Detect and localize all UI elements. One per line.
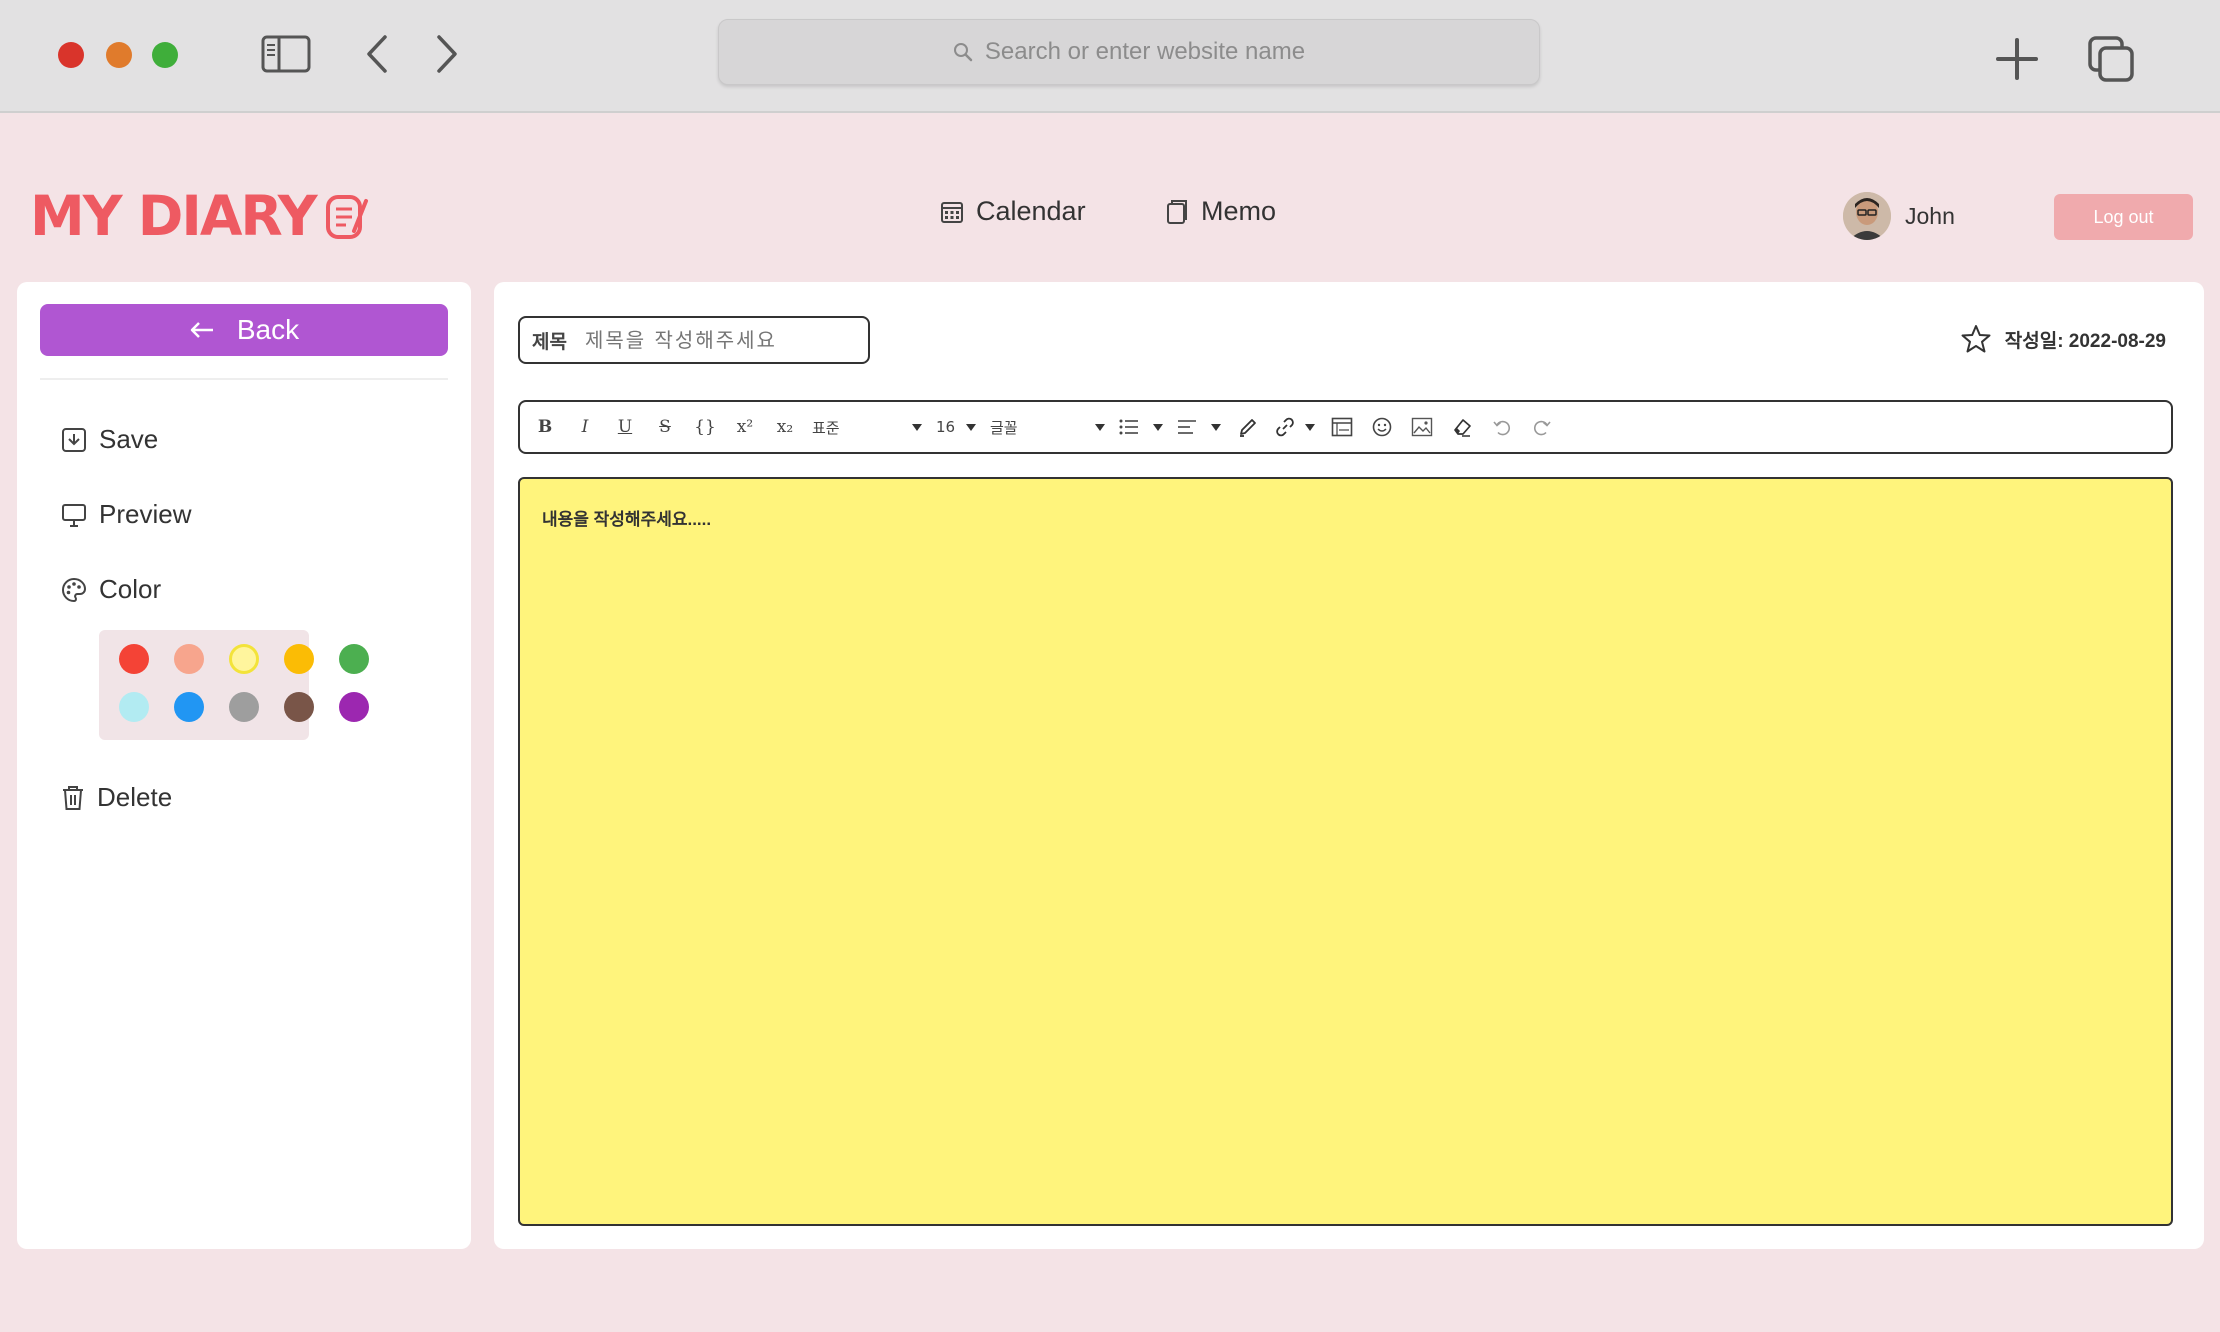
trash-icon	[61, 785, 85, 811]
date-label: 작성일: 2022-08-29	[2004, 330, 2166, 352]
user-profile[interactable]: John	[1843, 192, 1955, 240]
palette-icon	[61, 577, 87, 603]
save-icon	[61, 427, 87, 453]
forward-arrow-icon[interactable]	[432, 32, 462, 76]
back-button-label: Back	[236, 314, 300, 345]
nav-memo[interactable]: Memo	[1165, 196, 1276, 227]
link-select[interactable]	[1275, 412, 1315, 442]
eraser-icon[interactable]	[1449, 412, 1475, 442]
redo-icon[interactable]	[1529, 412, 1555, 442]
code-button[interactable]: {}	[692, 412, 718, 442]
color-label: Color	[99, 574, 162, 604]
delete-label: Delete	[97, 782, 173, 812]
superscript-button[interactable]: x²	[732, 412, 758, 442]
preview-icon	[61, 502, 87, 528]
emoji-icon[interactable]	[1369, 412, 1395, 442]
color-swatch-brown[interactable]	[284, 692, 314, 722]
app-logo[interactable]: MY DIARY	[30, 184, 370, 248]
new-tab-icon[interactable]	[1994, 36, 2040, 82]
close-window-button[interactable]	[58, 42, 84, 68]
color-swatch-red[interactable]	[119, 644, 149, 674]
date-display: 작성일: 2022-08-29	[1961, 324, 2166, 354]
color-swatch-light-cyan[interactable]	[119, 692, 149, 722]
chevron-down-icon	[1211, 423, 1221, 431]
font-family-select[interactable]: 글꼴	[990, 412, 1105, 442]
table-icon[interactable]	[1329, 412, 1355, 442]
color-swatch-yellow-selected[interactable]	[229, 644, 259, 674]
bold-button[interactable]: B	[532, 412, 558, 442]
color-button[interactable]: Color	[61, 574, 161, 605]
align-left-icon	[1177, 419, 1197, 435]
italic-button[interactable]: I	[572, 412, 598, 442]
image-icon[interactable]	[1409, 412, 1435, 442]
sidebar: Back Save Preview Color Delete	[17, 282, 471, 1249]
chevron-down-icon	[1095, 423, 1105, 431]
logout-button[interactable]: Log out	[2054, 194, 2193, 240]
sidebar-divider	[40, 378, 448, 380]
strikethrough-button[interactable]: S	[652, 412, 678, 442]
list-select[interactable]	[1119, 412, 1163, 442]
chevron-down-icon	[912, 423, 922, 431]
back-arrow-icon[interactable]	[362, 32, 392, 76]
underline-button[interactable]: U	[612, 412, 638, 442]
color-swatch-gray[interactable]	[229, 692, 259, 722]
address-bar-placeholder: Search or enter website name	[984, 38, 1306, 65]
chevron-down-icon	[966, 423, 976, 431]
chevron-down-icon	[1305, 423, 1315, 431]
back-button[interactable]: Back	[40, 304, 448, 356]
nav-calendar[interactable]: Calendar	[940, 196, 1086, 227]
color-swatch-blue[interactable]	[174, 692, 204, 722]
font-size-value: 16	[936, 418, 956, 436]
save-label: Save	[99, 424, 159, 454]
browser-toolbar: Search or enter website name	[0, 0, 2220, 113]
delete-button[interactable]: Delete	[61, 782, 172, 813]
content-placeholder: 내용을 작성해주세요.....	[542, 510, 712, 529]
app-logo-text: MY DIARY	[30, 184, 318, 248]
align-select[interactable]	[1177, 412, 1221, 442]
memo-icon	[1165, 199, 1189, 225]
star-icon[interactable]	[1961, 324, 1991, 354]
nav-memo-label: Memo	[1201, 196, 1277, 226]
title-input[interactable]	[584, 328, 855, 352]
diary-icon	[324, 191, 370, 241]
paragraph-style-select[interactable]: 표준	[812, 412, 922, 442]
maximize-window-button[interactable]	[152, 42, 178, 68]
highlight-pen-icon[interactable]	[1235, 412, 1261, 442]
color-swatch-amber[interactable]	[284, 644, 314, 674]
calendar-icon	[940, 200, 964, 224]
paragraph-style-value: 표준	[812, 418, 840, 437]
color-swatch-green[interactable]	[339, 644, 369, 674]
address-bar[interactable]: Search or enter website name	[718, 19, 1540, 85]
bulleted-list-icon	[1119, 419, 1139, 435]
sidebar-toggle-icon[interactable]	[260, 34, 312, 74]
color-palette	[99, 630, 369, 740]
font-size-select[interactable]: 16	[936, 412, 976, 442]
editor-panel: 제목 작성일: 2022-08-29 B I U S {} x² x₂ 표준 1…	[494, 282, 2204, 1249]
title-label: 제목	[532, 331, 567, 353]
undo-icon[interactable]	[1489, 412, 1515, 442]
tab-overview-icon[interactable]	[2086, 34, 2136, 84]
content-editor[interactable]: 내용을 작성해주세요.....	[518, 477, 2173, 1226]
search-icon	[953, 42, 973, 62]
save-button[interactable]: Save	[61, 424, 158, 455]
avatar	[1843, 192, 1891, 240]
nav-calendar-label: Calendar	[976, 196, 1086, 226]
preview-label: Preview	[99, 499, 192, 529]
user-name: John	[1905, 202, 1955, 229]
minimize-window-button[interactable]	[106, 42, 132, 68]
font-family-value: 글꼴	[990, 418, 1018, 437]
chevron-down-icon	[1153, 423, 1163, 431]
preview-button[interactable]: Preview	[61, 499, 191, 530]
title-field[interactable]: 제목	[518, 316, 870, 364]
color-swatch-salmon[interactable]	[174, 644, 204, 674]
subscript-button[interactable]: x₂	[772, 412, 798, 442]
link-icon	[1275, 417, 1295, 437]
editor-toolbar: B I U S {} x² x₂ 표준 16 글꼴	[518, 400, 2173, 454]
arrow-left-icon	[189, 321, 215, 339]
color-swatch-purple[interactable]	[339, 692, 369, 722]
